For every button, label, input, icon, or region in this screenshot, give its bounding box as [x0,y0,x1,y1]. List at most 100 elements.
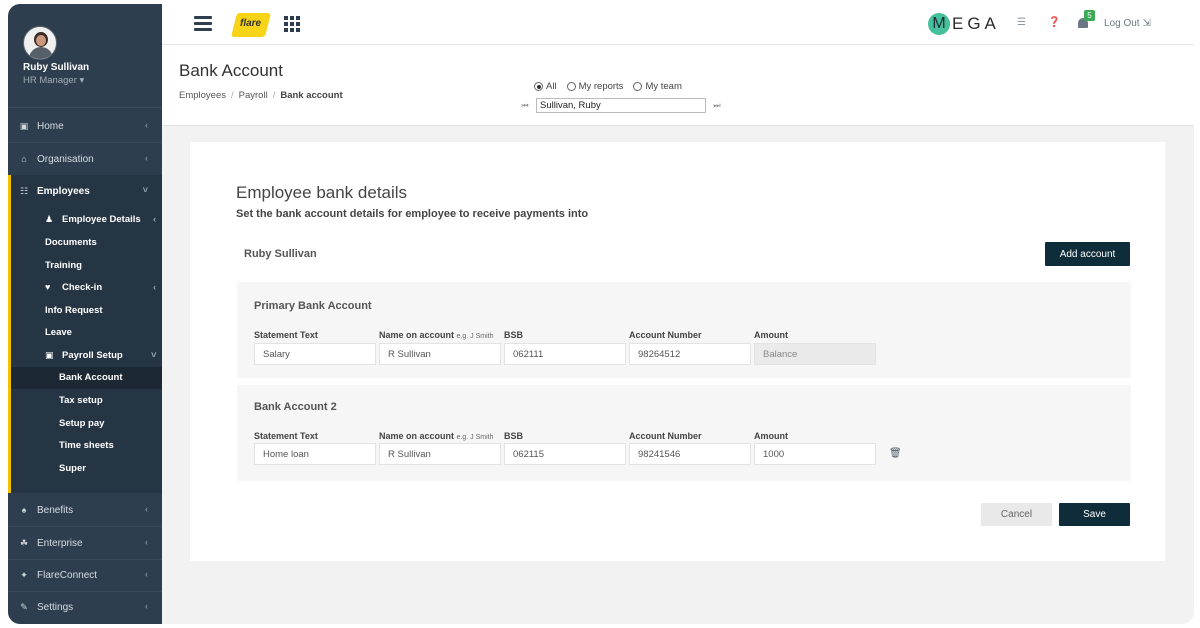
account-number-field[interactable]: 98241546 [629,443,751,465]
cancel-button[interactable]: Cancel [981,503,1052,526]
amount-label: Amount [754,330,788,340]
sidebar-item-label: Home [37,120,64,132]
chevron-left-icon: ‹ [145,120,148,130]
trophy-icon: ♠ [21,505,27,515]
name-on-account-field[interactable]: R Sullivan [379,343,501,365]
notification-badge: 5 [1084,10,1095,21]
name-on-account-field[interactable]: R Sullivan [379,443,501,465]
breadcrumb-current: Bank account [280,90,343,101]
employee-search-input[interactable] [536,98,706,113]
breadcrumb-payroll[interactable]: Payroll [239,90,268,101]
employee-name: Ruby Sullivan [244,248,317,260]
bank-details-card: Employee bank details Set the bank accou… [190,142,1165,561]
trash-icon[interactable]: 🗑 [889,448,902,459]
chevron-left-icon: ‹ [153,214,157,225]
top-bar: flare M EGA ☰ ❓ 5 Log Out ⇲ [162,4,1194,44]
building-icon: ⌂ [21,154,27,164]
chevron-down-icon: ˅ [151,350,157,361]
sidebar-item-flareconnect[interactable]: ✦ FlareConnect ‹ [8,563,162,587]
filter-all-radio[interactable]: All [534,81,557,92]
chevron-left-icon: ‹ [145,153,148,163]
name-on-account-label: Name on account e.g. J Smith [379,330,494,340]
chevron-down-icon: ˅ [142,185,148,195]
sidebar-item-label: Employees [37,185,90,197]
home-icon: ▣ [19,120,29,131]
help-icon[interactable]: ❓ [1048,17,1060,28]
user-name: Ruby Sullivan [23,62,90,73]
hamburger-menu-icon[interactable] [194,16,212,32]
bsb-label: BSB [504,330,524,340]
save-button[interactable]: Save [1059,503,1130,526]
sidebar-item-label: FlareConnect [37,569,98,581]
sidebar-item-leave[interactable]: Leave [45,327,72,338]
sidebar-item-label: Benefits [37,504,74,516]
account-number-label: Account Number [629,330,702,340]
filter-my-reports-radio[interactable]: My reports [566,81,623,92]
sidebar-item-bank-account[interactable]: Bank Account [59,372,123,383]
previous-employee-icon[interactable]: ⏮ [518,101,532,111]
account-number-field[interactable]: 98264512 [629,343,751,365]
bsb-field[interactable]: 062115 [504,443,626,465]
chevron-left-icon: ‹ [153,282,157,293]
account-2: Bank Account 2 Statement Text Name on ac… [237,385,1131,481]
amount-field: Balance [754,343,876,365]
sidebar-item-enterprise[interactable]: ☘ Enterprise ‹ [8,531,162,555]
sidebar-item-organisation[interactable]: ⌂ Organisation ‹ [8,147,162,171]
account-title: Bank Account 2 [254,401,337,413]
employee-selector: ⏮ ⏭ [518,98,724,113]
avatar[interactable] [23,26,57,60]
sidebar-item-super[interactable]: Super [59,463,86,474]
statement-text-field[interactable]: Salary [254,343,376,365]
sidebar-item-label: Enterprise [37,537,83,549]
sidebar-item-checkin[interactable]: ♥ Check-in ‹ [45,282,156,293]
add-account-button[interactable]: Add account [1045,242,1130,266]
user-role-dropdown[interactable]: HR Manager ▾ [23,75,84,86]
sidebar-item-info-request[interactable]: Info Request [45,305,103,316]
list-icon[interactable]: ☰ [1017,17,1026,28]
sidebar-item-documents[interactable]: Documents [45,237,97,248]
amount-label: Amount [754,431,788,441]
sidebar-item-payroll-setup[interactable]: ▣ Payroll Setup ˅ [45,350,157,361]
page-title: Bank Account [179,61,283,80]
edit-icon: ✎ [20,601,28,612]
money-icon: ▣ [45,350,54,360]
users-icon: ☷ [19,185,29,196]
chevron-left-icon: ‹ [145,504,148,514]
sidebar-item-benefits[interactable]: ♠ Benefits ‹ [8,498,162,522]
app-window: Ruby Sullivan HR Manager ▾ ▣ Home ‹ ⌂ Or… [8,4,1194,624]
account-title: Primary Bank Account [254,300,372,312]
page-header: Bank Account Employees / Payroll / Bank acco… [162,44,1194,126]
bsb-field[interactable]: 062111 [504,343,626,365]
user-icon: ♟ [45,214,54,224]
sidebar-item-employee-details[interactable]: ♟ Employee Details ‹ [45,214,156,225]
section-title: Employee bank details [236,183,408,202]
sidebar: Ruby Sullivan HR Manager ▾ ▣ Home ‹ ⌂ Or… [8,4,162,624]
sidebar-item-label: Organisation [37,153,94,165]
amount-field[interactable]: 1000 [754,443,876,465]
heart-icon: ♥ [45,282,51,292]
bsb-label: BSB [504,431,524,441]
sidebar-item-settings[interactable]: ✎ Settings ‹ [8,595,162,619]
section-subtitle: Set the bank account details for employe… [236,208,589,220]
breadcrumb-employees[interactable]: Employees [179,90,226,101]
chevron-left-icon: ‹ [145,569,148,579]
next-employee-icon[interactable]: ⏭ [710,101,724,111]
sitemap-icon: ☘ [19,537,29,548]
logout-button[interactable]: Log Out ⇲ [1104,18,1151,29]
statement-text-field[interactable]: Home loan [254,443,376,465]
sidebar-item-home[interactable]: ▣ Home ‹ [8,114,162,138]
apps-grid-icon[interactable] [284,16,300,32]
chevron-left-icon: ‹ [145,601,148,611]
account-number-label: Account Number [629,431,702,441]
sidebar-item-setup-pay[interactable]: Setup pay [59,418,104,429]
account-primary: Primary Bank Account Statement Text Name… [237,282,1131,378]
sidebar-item-time-sheets[interactable]: Time sheets [59,440,114,451]
statement-text-label: Statement Text [254,431,318,441]
statement-text-label: Statement Text [254,330,318,340]
filter-my-team-radio[interactable]: My team [633,81,682,92]
sidebar-item-employees[interactable]: ☷ Employees ˅ [8,179,162,203]
sidebar-item-training[interactable]: Training [45,260,82,271]
sidebar-item-tax-setup[interactable]: Tax setup [59,395,103,406]
breadcrumb: Employees / Payroll / Bank account [179,90,343,101]
profile: Ruby Sullivan HR Manager ▾ [8,4,162,107]
